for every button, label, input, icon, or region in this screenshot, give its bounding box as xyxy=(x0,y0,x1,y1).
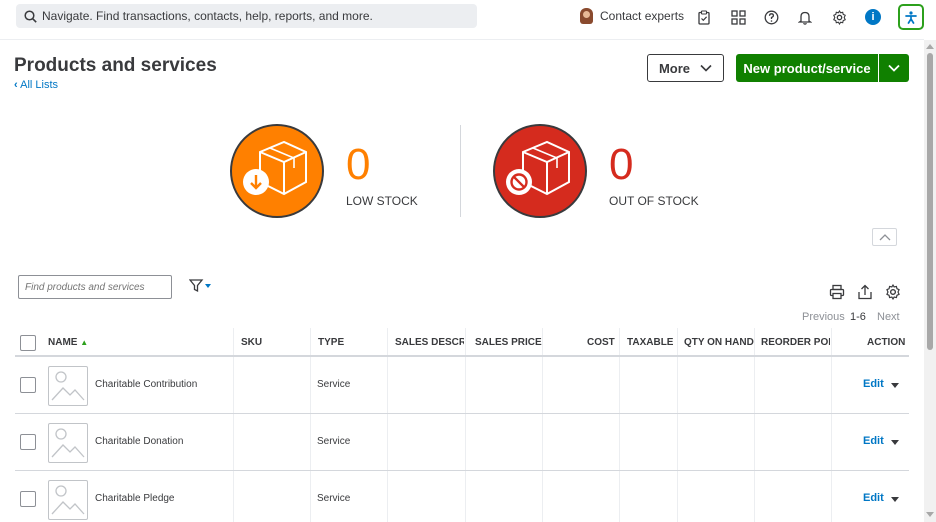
clipboard-icon[interactable] xyxy=(696,9,712,25)
page-scrollbar[interactable] xyxy=(924,40,936,522)
info-badge-icon[interactable]: i xyxy=(865,9,881,25)
row-name[interactable]: Charitable Pledge xyxy=(95,493,175,504)
export-icon[interactable] xyxy=(857,284,873,300)
pager-previous[interactable]: Previous xyxy=(802,311,845,323)
scrollbar-thumb[interactable] xyxy=(927,53,933,350)
print-icon[interactable] xyxy=(829,284,845,300)
column-header-taxable[interactable]: TAXABLE xyxy=(627,337,673,348)
expert-avatar xyxy=(580,8,593,24)
contact-experts-label: Contact experts xyxy=(600,9,685,23)
out-of-stock-icon[interactable] xyxy=(493,124,587,218)
table-row[interactable]: Charitable Pledge Service Edit xyxy=(15,471,909,522)
page-title: Products and services xyxy=(14,55,217,76)
column-header-sales-price[interactable]: SALES PRICE xyxy=(475,337,542,348)
column-header-cost[interactable]: COST xyxy=(587,337,615,348)
row-edit-link[interactable]: Edit xyxy=(863,435,884,447)
row-edit-link[interactable]: Edit xyxy=(863,378,884,390)
search-placeholder: Navigate. Find transactions, contacts, h… xyxy=(42,9,373,23)
top-bar: Navigate. Find transactions, contacts, h… xyxy=(0,0,924,40)
apps-icon[interactable] xyxy=(730,9,746,25)
column-header-name[interactable]: NAME ▲ xyxy=(48,337,88,348)
out-of-stock-count: 0 xyxy=(609,140,634,189)
row-name[interactable]: Charitable Donation xyxy=(95,436,183,447)
notifications-bell-icon[interactable] xyxy=(797,9,813,25)
column-header-sku[interactable]: SKU xyxy=(241,337,262,348)
product-image-placeholder-icon xyxy=(48,480,88,520)
new-product-dropdown-button[interactable] xyxy=(879,54,909,82)
products-services-page: Navigate. Find transactions, contacts, h… xyxy=(0,0,936,522)
column-name-label: NAME xyxy=(48,337,78,348)
table-row[interactable]: Charitable Donation Service Edit xyxy=(15,414,909,471)
stock-divider xyxy=(460,125,461,217)
row-checkbox[interactable] xyxy=(20,434,36,450)
row-action-caret-icon[interactable] xyxy=(891,497,899,502)
new-product-service-button[interactable]: New product/service xyxy=(736,54,878,82)
column-header-reorder-point[interactable]: REORDER POIN xyxy=(761,337,830,348)
row-type: Service xyxy=(317,379,351,390)
help-icon[interactable] xyxy=(763,9,779,25)
scroll-down-arrow-icon[interactable] xyxy=(926,512,934,517)
column-header-action: ACTION xyxy=(867,337,906,348)
chevron-down-icon xyxy=(888,64,900,72)
contact-experts-button[interactable]: Contact experts xyxy=(580,8,684,24)
row-checkbox[interactable] xyxy=(20,491,36,507)
more-button[interactable]: More xyxy=(647,54,724,82)
pager-next[interactable]: Next xyxy=(877,311,900,323)
scroll-up-arrow-icon[interactable] xyxy=(926,44,934,49)
filter-funnel-icon[interactable] xyxy=(188,279,213,298)
search-products-input[interactable] xyxy=(18,275,172,299)
out-of-stock-label: OUT OF STOCK xyxy=(609,194,699,208)
row-name[interactable]: Charitable Contribution xyxy=(95,379,197,390)
column-header-type[interactable]: TYPE xyxy=(318,337,344,348)
row-action-caret-icon[interactable] xyxy=(891,383,899,388)
sort-asc-icon: ▲ xyxy=(80,338,89,347)
row-checkbox[interactable] xyxy=(20,377,36,393)
table-row[interactable]: Charitable Contribution Service Edit xyxy=(15,357,909,414)
global-search[interactable]: Navigate. Find transactions, contacts, h… xyxy=(16,4,477,28)
pager-range: 1-6 xyxy=(850,311,866,323)
product-image-placeholder-icon xyxy=(48,423,88,463)
search-icon xyxy=(24,9,37,23)
low-stock-label: LOW STOCK xyxy=(346,194,418,208)
all-lists-link[interactable]: ‹ All Lists xyxy=(14,79,58,91)
column-header-sales-description[interactable]: SALES DESCRII xyxy=(395,337,464,348)
column-header-qty-on-hand[interactable]: QTY ON HAND xyxy=(684,337,754,348)
table-settings-gear-icon[interactable] xyxy=(885,283,901,301)
settings-gear-icon[interactable] xyxy=(831,9,847,25)
all-lists-label: All Lists xyxy=(20,79,59,91)
more-label: More xyxy=(658,60,691,76)
ai-assist-icon[interactable] xyxy=(898,4,924,30)
row-action-caret-icon[interactable] xyxy=(891,440,899,445)
table-header: NAME ▲ SKU TYPE SALES DESCRII SALES PRIC… xyxy=(15,328,909,357)
chevron-up-icon xyxy=(879,233,890,240)
row-type: Service xyxy=(317,493,351,504)
select-all-checkbox[interactable] xyxy=(20,335,36,351)
product-image-placeholder-icon xyxy=(48,366,88,406)
row-edit-link[interactable]: Edit xyxy=(863,492,884,504)
chevron-down-icon xyxy=(700,64,712,72)
collapse-summary-button[interactable] xyxy=(872,228,897,246)
low-stock-count: 0 xyxy=(346,140,371,189)
low-stock-icon[interactable] xyxy=(230,124,324,218)
chevron-left-icon: ‹ xyxy=(14,79,18,91)
row-type: Service xyxy=(317,436,351,447)
